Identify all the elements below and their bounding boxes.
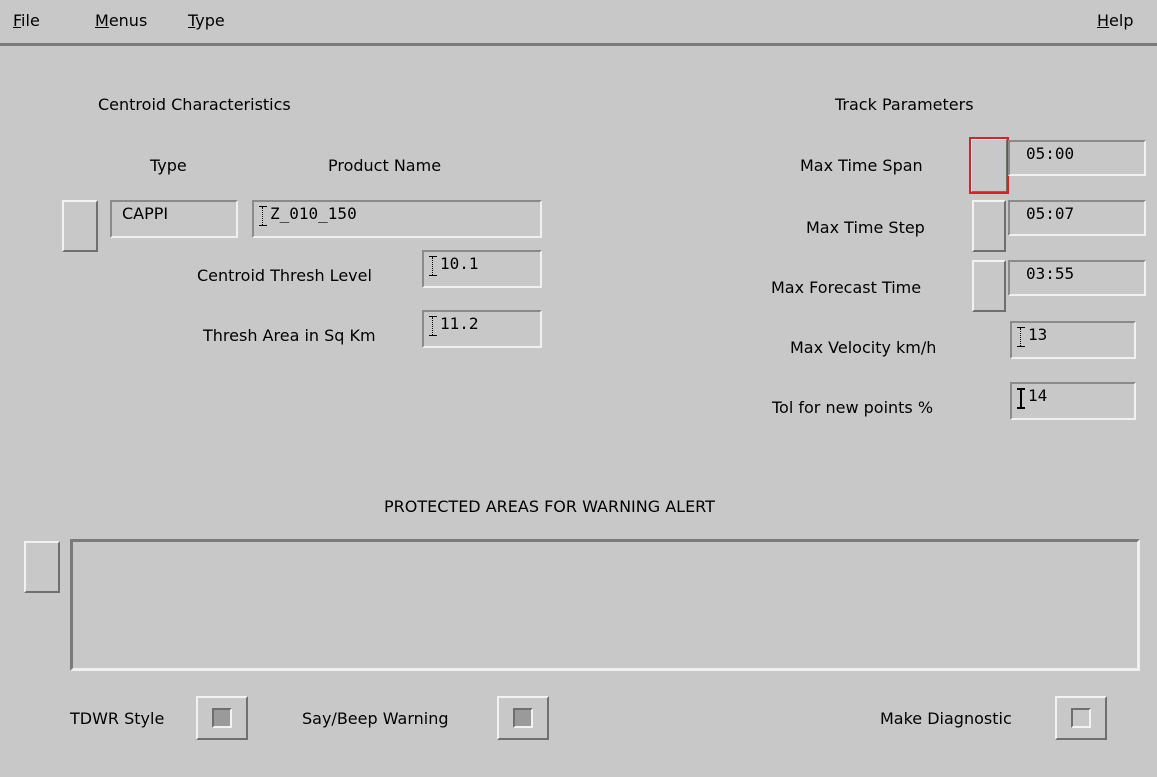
menu-type[interactable]: Type — [188, 11, 225, 30]
max-time-span-button[interactable] — [969, 137, 1009, 194]
protected-areas-textarea[interactable] — [70, 539, 1140, 671]
tol-new-points-label: Tol for new points % — [772, 398, 934, 417]
max-time-step-field: 05:07 — [1008, 200, 1146, 236]
menu-divider — [0, 43, 1157, 46]
thresh-level-input[interactable]: 10.1 — [422, 250, 542, 288]
max-time-step-button[interactable] — [972, 200, 1006, 252]
max-forecast-value: 03:55 — [1026, 264, 1075, 283]
product-name-header: Product Name — [328, 156, 442, 175]
checkbox-off-icon — [1071, 708, 1091, 728]
menu-bar: File Menus Type Help — [0, 0, 1157, 44]
max-time-span-value: 05:00 — [1026, 144, 1075, 163]
max-forecast-label: Max Forecast Time — [771, 278, 922, 297]
type-field: CAPPI — [110, 200, 238, 238]
text-cursor-icon — [1017, 327, 1025, 347]
tol-new-points-input[interactable]: 14 — [1010, 382, 1136, 420]
max-time-span-field: 05:00 — [1008, 140, 1146, 176]
product-name-value: Z_010_150 — [270, 204, 357, 223]
max-time-step-label: Max Time Step — [806, 218, 925, 237]
say-beep-label: Say/Beep Warning — [302, 709, 449, 728]
type-menu-button[interactable] — [62, 200, 98, 252]
product-name-input[interactable]: Z_010_150 — [252, 200, 542, 238]
text-cursor-icon — [429, 256, 437, 276]
make-diagnostic-toggle[interactable] — [1055, 696, 1107, 740]
type-header: Type — [150, 156, 187, 175]
protected-areas-button[interactable] — [24, 541, 60, 593]
track-heading: Track Parameters — [835, 95, 974, 114]
checkbox-on-icon — [513, 708, 533, 728]
max-forecast-field: 03:55 — [1008, 260, 1146, 296]
tol-new-points-value: 14 — [1028, 386, 1048, 405]
menu-file[interactable]: File — [13, 11, 40, 30]
menu-help[interactable]: Help — [1097, 11, 1133, 30]
tdwr-style-toggle[interactable] — [196, 696, 248, 740]
thresh-area-input[interactable]: 11.2 — [422, 310, 542, 348]
thresh-area-value: 11.2 — [440, 314, 479, 333]
max-forecast-button[interactable] — [972, 260, 1006, 312]
text-cursor-icon — [1017, 388, 1025, 409]
thresh-level-label: Centroid Thresh Level — [197, 266, 372, 285]
make-diagnostic-label: Make Diagnostic — [880, 709, 1012, 728]
thresh-area-label: Thresh Area in Sq Km — [203, 326, 376, 345]
say-beep-toggle[interactable] — [497, 696, 549, 740]
max-velocity-value: 13 — [1028, 325, 1048, 344]
max-time-step-value: 05:07 — [1026, 204, 1075, 223]
centroid-heading: Centroid Characteristics — [98, 95, 291, 114]
max-velocity-label: Max Velocity km/h — [790, 338, 937, 357]
max-time-span-label: Max Time Span — [800, 156, 923, 175]
protected-areas-heading: PROTECTED AREAS FOR WARNING ALERT — [384, 497, 715, 516]
tdwr-style-label: TDWR Style — [70, 709, 165, 728]
checkbox-on-icon — [212, 708, 232, 728]
menu-menus[interactable]: Menus — [95, 11, 147, 30]
thresh-level-value: 10.1 — [440, 254, 479, 273]
text-cursor-icon — [429, 316, 437, 336]
max-velocity-input[interactable]: 13 — [1010, 321, 1136, 359]
type-value: CAPPI — [122, 204, 169, 223]
text-cursor-icon — [259, 206, 267, 226]
